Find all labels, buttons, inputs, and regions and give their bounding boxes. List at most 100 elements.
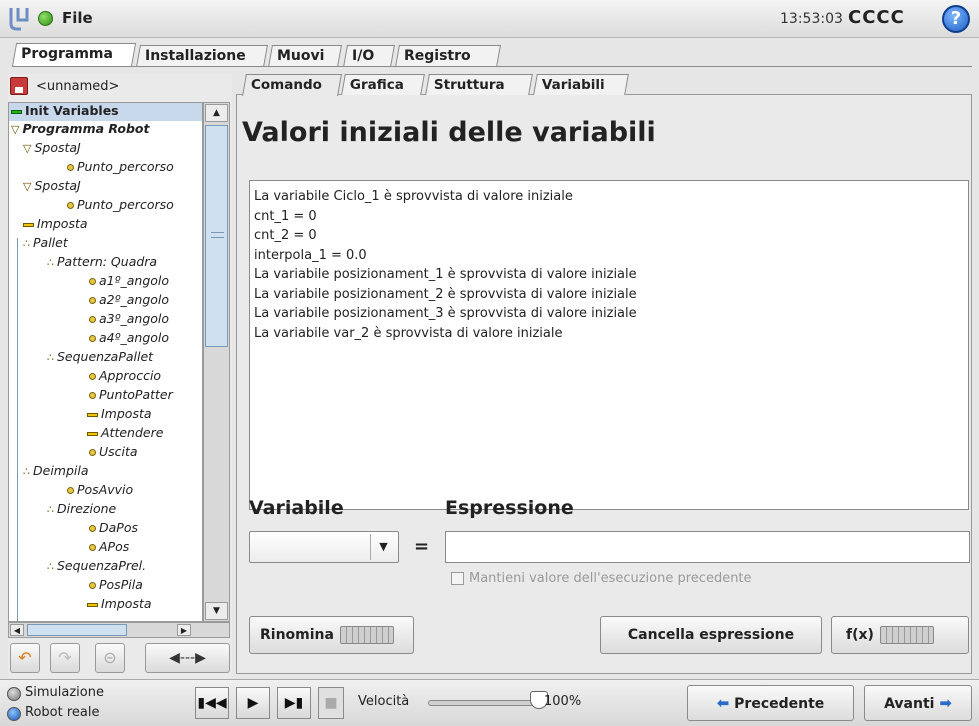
tree-item-waypoint[interactable]: PosPila (9, 577, 202, 595)
tree-item-sequenza-prel[interactable]: ∴ SequenzaPrel. (9, 558, 202, 576)
list-item[interactable]: cnt_1 = 0 (254, 207, 964, 227)
tree-item-waypoint[interactable]: Uscita (9, 444, 202, 462)
expand-triangle-icon: ▽ (11, 123, 20, 136)
tree-item-imposta[interactable]: Imposta (9, 596, 202, 614)
chevron-down-icon[interactable]: ▼ (370, 534, 396, 560)
program-tree[interactable]: Init Variables ▽ Programma Robot ▽ SpostaJ… (8, 102, 203, 622)
tab-registro[interactable]: Registro (395, 45, 501, 67)
next-label: Avanti (884, 696, 935, 712)
file-menu[interactable]: File (62, 9, 93, 27)
expand-triangle-icon: ▽ (23, 142, 32, 155)
step-icon: ▶▮ (284, 695, 304, 711)
list-item[interactable]: La variabile posizionament_3 è sprovvist… (254, 304, 964, 324)
tree-item-programma-robot[interactable]: ▽ Programma Robot (9, 121, 202, 139)
real-robot-radio[interactable] (7, 707, 21, 721)
previous-button[interactable]: ⬅ Precedente (687, 685, 854, 721)
tree-item-waypoint[interactable]: a2º_angolo (9, 292, 202, 310)
list-item[interactable]: La variabile var_2 è sprovvista di valor… (254, 324, 964, 344)
rewind-icon: ▮◀◀ (197, 695, 227, 711)
tab-struttura[interactable]: Struttura (425, 74, 533, 95)
tree-item-label: Imposta (101, 596, 152, 611)
tree-item-spostaj[interactable]: ▽ SpostaJ (9, 178, 202, 196)
real-robot-label[interactable]: Robot reale (25, 705, 99, 720)
waypoint-icon (89, 392, 96, 399)
clear-expression-button[interactable]: Cancella espressione (600, 616, 822, 654)
waypoint-icon (89, 525, 96, 532)
list-item[interactable]: cnt_2 = 0 (254, 226, 964, 246)
tab-grafica[interactable]: Grafica (341, 74, 425, 95)
tree-item-label: a4º_angolo (99, 330, 170, 345)
rewind-button[interactable]: ▮◀◀ (195, 687, 229, 719)
tree-item-init-variables[interactable]: Init Variables (9, 103, 202, 121)
help-icon[interactable]: ? (942, 5, 970, 33)
tree-item-spostaj[interactable]: ▽ SpostaJ (9, 140, 202, 158)
tree-item-deimpila[interactable]: ∴ Deimpila (9, 463, 202, 481)
tab-comando[interactable]: Comando (242, 74, 342, 96)
tree-horizontal-scrollbar[interactable]: ◀ ▶ (8, 622, 230, 638)
list-item[interactable]: La variabile posizionament_1 è sprovvist… (254, 265, 964, 285)
variable-select[interactable]: ▼ (249, 531, 399, 563)
tab-programma[interactable]: Programma (11, 43, 137, 67)
tree-item-label: a3º_angolo (99, 311, 170, 326)
tree-item-waypoint[interactable]: a1º_angolo (9, 273, 202, 291)
tree-item-label: PosAvvio (77, 482, 134, 497)
tree-item-waypoint[interactable]: Approccio (9, 368, 202, 386)
tree-item-imposta[interactable]: Imposta (9, 216, 202, 234)
tree-vertical-scrollbar[interactable]: ▲ ▼ (203, 102, 230, 622)
play-button[interactable]: ▶ (236, 687, 270, 719)
tree-item-waypoint[interactable]: Punto_percorso (9, 197, 202, 215)
tree-item-label: SequenzaPrel. (57, 558, 147, 573)
fx-button[interactable]: f(x) (831, 616, 969, 654)
tree-item-label: Pattern: Quadra (57, 254, 158, 269)
list-item[interactable]: La variabile posizionament_2 è sprovvist… (254, 285, 964, 305)
tree-item-label: Init Variables (25, 103, 119, 118)
tree-item-waypoint[interactable]: a4º_angolo (9, 330, 202, 348)
list-item[interactable]: interpola_1 = 0.0 (254, 246, 964, 266)
tree-item-label: SequenzaPallet (57, 349, 154, 364)
tree-item-direzione[interactable]: ∴ Direzione (9, 501, 202, 519)
scroll-right-icon[interactable]: ▶ (177, 624, 191, 636)
list-item[interactable]: La variabile Ciclo_1 è sprovvista di val… (254, 187, 964, 207)
tree-item-pattern[interactable]: ∴ Pattern: Quadra (9, 254, 202, 272)
step-button[interactable]: ▶▮ (277, 687, 311, 719)
tree-item-label: Direzione (57, 501, 117, 516)
rename-button[interactable]: Rinomina (249, 616, 414, 654)
suppress-button[interactable]: ⊝ (95, 643, 125, 673)
tab-io[interactable]: I/O (343, 45, 395, 67)
variables-list[interactable]: La variabile Ciclo_1 è sprovvista di val… (249, 180, 969, 510)
tree-item-waypoint[interactable]: PosAvvio (9, 482, 202, 500)
tab-variabili[interactable]: Variabili (533, 74, 629, 95)
scroll-down-icon[interactable]: ▼ (205, 602, 228, 620)
tree-item-waypoint[interactable]: DaPos (9, 520, 202, 538)
simulation-radio[interactable] (7, 687, 21, 701)
scroll-left-icon[interactable]: ◀ (10, 624, 24, 636)
waypoint-icon (67, 164, 74, 171)
tree-item-waypoint[interactable]: APos (9, 539, 202, 557)
set-icon (87, 602, 98, 607)
scroll-thumb[interactable] (205, 125, 228, 347)
move-node-button[interactable]: ◀‑‑‑▶ (145, 643, 230, 673)
scroll-thumb[interactable] (27, 624, 127, 636)
tree-item-imposta[interactable]: Imposta (9, 406, 202, 424)
waypoint-icon (67, 487, 74, 494)
tree-item-waypoint[interactable]: a3º_angolo (9, 311, 202, 329)
tree-item-pallet[interactable]: ∴ Pallet (9, 235, 202, 253)
stop-button[interactable]: ■ (318, 687, 344, 719)
simulation-label[interactable]: Simulazione (25, 685, 104, 700)
tree-item-waypoint[interactable]: Punto_percorso (9, 159, 202, 177)
keep-value-checkbox[interactable] (451, 572, 464, 585)
tree-item-label: PosPila (99, 577, 143, 592)
scroll-up-icon[interactable]: ▲ (205, 104, 228, 122)
next-button[interactable]: Avanti ➡ (864, 685, 972, 721)
speed-slider[interactable] (428, 700, 541, 706)
tree-item-sequenza-pallet[interactable]: ∴ SequenzaPallet (9, 349, 202, 367)
save-icon[interactable] (10, 77, 28, 95)
tab-muovi[interactable]: Muovi (268, 45, 342, 67)
waypoint-icon (89, 316, 96, 323)
expression-input[interactable] (445, 531, 970, 563)
tab-installazione[interactable]: Installazione (136, 45, 268, 67)
tree-item-waypoint[interactable]: PuntoPatter (9, 387, 202, 405)
redo-button[interactable]: ↷ (50, 643, 80, 673)
tree-item-attendere[interactable]: Attendere (9, 425, 202, 443)
undo-button[interactable]: ↶ (10, 643, 40, 673)
